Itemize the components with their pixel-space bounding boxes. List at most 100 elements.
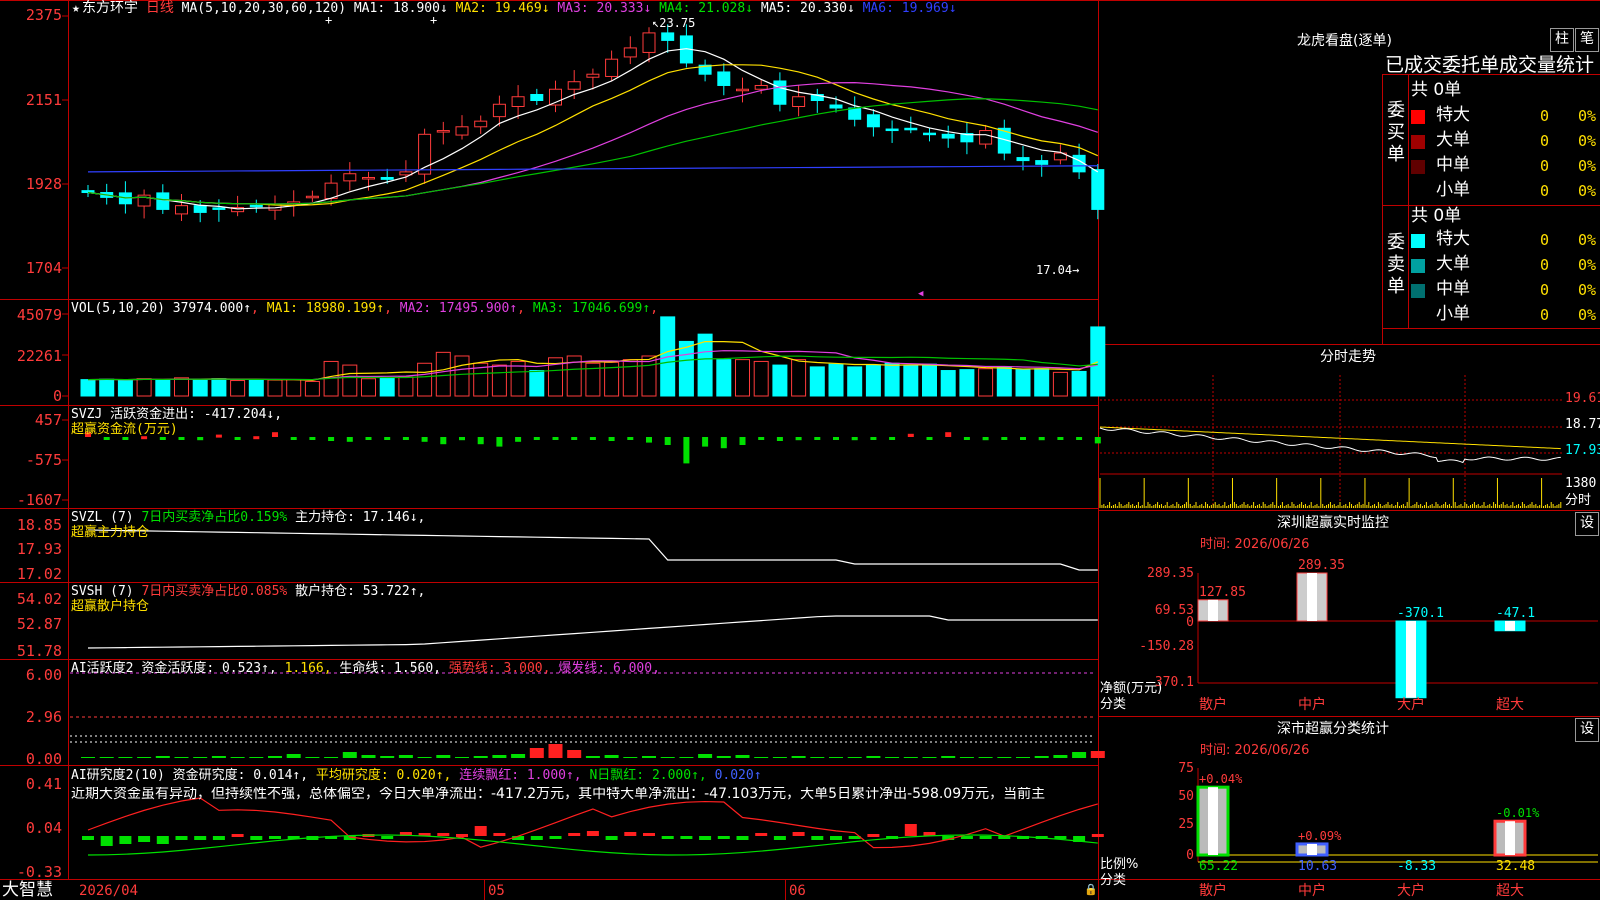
activity-bar	[1072, 752, 1087, 758]
activity-bar	[903, 757, 918, 758]
minute-price: 17.93	[1565, 443, 1600, 458]
classify-change: +0.04%	[1199, 772, 1243, 787]
cursor-marker-icon: ◀	[918, 289, 924, 299]
activity-bar	[716, 756, 731, 758]
research-bar	[979, 836, 992, 839]
flow-bar	[459, 437, 465, 441]
research-bar	[792, 832, 805, 836]
research-bar	[960, 836, 973, 839]
ai2-d: N日飘红: 2.000↑,	[589, 768, 707, 783]
candle	[567, 81, 581, 90]
y-tick: 50	[1178, 789, 1194, 804]
row-pct: 0%	[1578, 256, 1597, 274]
activity-bar	[230, 757, 245, 758]
y-tick: 0.00	[25, 750, 62, 768]
flow-bar	[889, 437, 896, 440]
research-bar	[830, 836, 842, 840]
volume-bar	[1052, 371, 1068, 397]
svzj-sub: 超赢资金流(万元)	[71, 422, 178, 437]
y-tick: 2375	[25, 6, 62, 24]
ma-params: MA(5,10,20,30,60,120)	[181, 1, 347, 16]
y-tick: 0.41	[25, 775, 62, 793]
column-view-button[interactable]: 柱	[1550, 28, 1574, 52]
flow-bar	[440, 437, 447, 445]
volume-bar	[361, 378, 376, 397]
svzj-label: SVZJ	[71, 407, 103, 422]
ma4-line	[87, 98, 1098, 205]
ma-value: MA4: 21.028↓	[651, 1, 754, 16]
vol-label: VOL(5,10,20)	[71, 301, 165, 316]
candle	[866, 114, 880, 128]
stock-name[interactable]: 东方环宇	[82, 0, 138, 16]
ai-activity-header: AI活跃度2 资金活跃度: 0.523↑, 1.166, 生命线: 1.560,…	[71, 662, 660, 675]
y-tick: 2.96	[25, 708, 62, 726]
volume-bar	[379, 377, 395, 397]
activity-bar	[978, 757, 993, 758]
activity-bar	[959, 757, 974, 758]
activity-bar	[492, 755, 507, 758]
lock-icon[interactable]: 🔒	[1084, 884, 1098, 895]
classify-settings-button[interactable]: 设	[1575, 718, 1599, 742]
activity-bar	[137, 757, 152, 758]
tick-view-button[interactable]: 笔	[1575, 28, 1599, 52]
buy-side-label: 委买单	[1387, 100, 1405, 165]
period-label[interactable]: 日线	[146, 0, 174, 16]
flow-bar	[571, 437, 578, 440]
ai2-b: 平均研究度: 0.020↑,	[315, 768, 452, 783]
row-value: 0	[1540, 306, 1550, 324]
ai2-a: 资金研究度: 0.014↑,	[172, 768, 309, 783]
activity-bar	[866, 756, 881, 758]
activity-bar	[1034, 756, 1049, 758]
candle	[754, 84, 768, 90]
research-bar	[586, 831, 599, 836]
y-tick: -1607	[16, 491, 62, 509]
flow-bar	[402, 437, 409, 440]
y-tick: 25	[1178, 817, 1194, 832]
flow-bar	[851, 437, 858, 441]
candle	[156, 192, 170, 210]
y-tick: 22261	[16, 347, 62, 365]
volume-bar	[847, 366, 863, 397]
volume-bar	[211, 378, 227, 397]
legend-swatch	[1411, 110, 1425, 124]
activity-bar	[604, 755, 619, 758]
activity-bar	[735, 755, 750, 758]
chart-canvas[interactable]	[0, 0, 1600, 900]
x-label: 2026/04	[79, 883, 139, 899]
research-bar	[811, 836, 824, 840]
brand-logo[interactable]: 大智慧	[2, 882, 53, 899]
y-tick: 17.02	[16, 565, 62, 583]
flow-bar	[664, 437, 671, 445]
flow-bar	[702, 437, 709, 447]
ai1-b: 1.166,	[284, 661, 332, 676]
classify-bar-highlight	[1505, 821, 1515, 855]
volume-bar	[80, 379, 96, 397]
y-tick: 18.85	[16, 516, 62, 534]
research-bar	[904, 824, 917, 836]
flow-bar	[720, 437, 727, 449]
activity-bar	[623, 757, 638, 758]
volume-bar	[1015, 369, 1031, 397]
research-bar	[717, 836, 730, 839]
favorite-star-icon[interactable]: ★	[72, 2, 80, 15]
activity-bar	[436, 755, 451, 758]
svzl-ratio: 7日内买卖净占比0.159%	[141, 510, 288, 525]
y-tick: 457	[34, 411, 62, 429]
low-price-note: 17.04→	[1036, 263, 1080, 277]
volume-bar	[865, 364, 881, 397]
volume-bar	[398, 376, 414, 397]
research-bar	[194, 836, 207, 840]
monitor-settings-button[interactable]: 设	[1575, 512, 1599, 536]
flow-bar	[253, 436, 260, 440]
svzj-value: 活跃资金进出: -417.204↓,	[110, 407, 283, 422]
ma-value: MA6: 19.969↓	[854, 1, 957, 16]
classify-value: 65.22	[1199, 859, 1239, 874]
research-bar	[605, 836, 618, 840]
research-bar	[156, 836, 169, 844]
activity-bar	[922, 757, 937, 758]
dragon-title: 龙虎看盘(逐单)	[1297, 33, 1392, 49]
classify-change: -0.01%	[1496, 806, 1540, 821]
volume-bar	[959, 369, 975, 397]
row-name: 小单	[1436, 304, 1470, 324]
candle	[605, 58, 619, 77]
